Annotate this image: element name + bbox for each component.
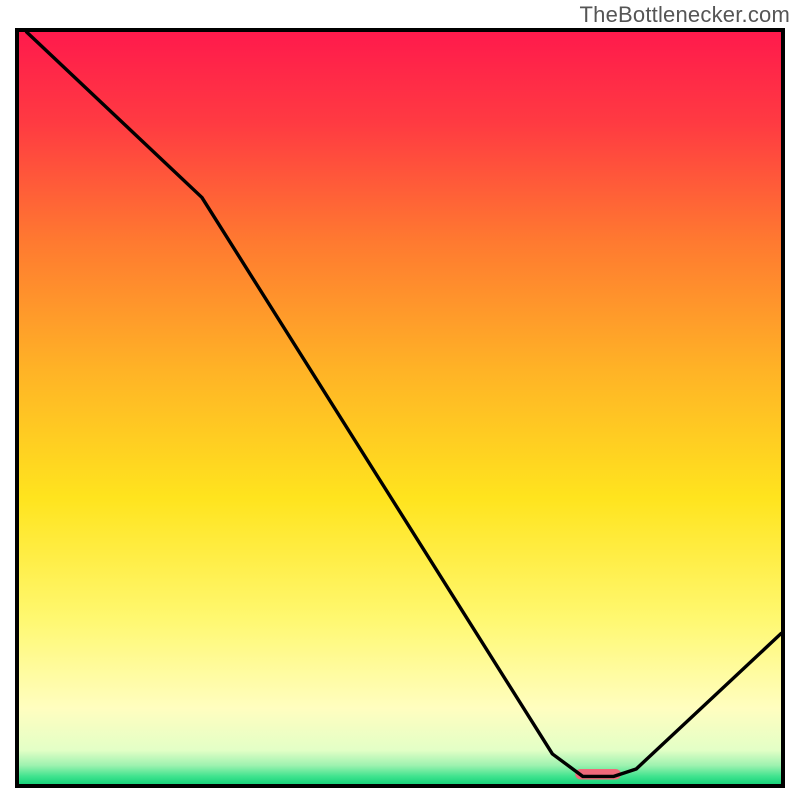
chart-container: TheBottlenecker.com (0, 0, 800, 800)
plot-svg (19, 32, 781, 784)
watermark-text: TheBottlenecker.com (580, 2, 790, 28)
gradient-background (19, 32, 781, 784)
plot-frame (15, 28, 785, 788)
